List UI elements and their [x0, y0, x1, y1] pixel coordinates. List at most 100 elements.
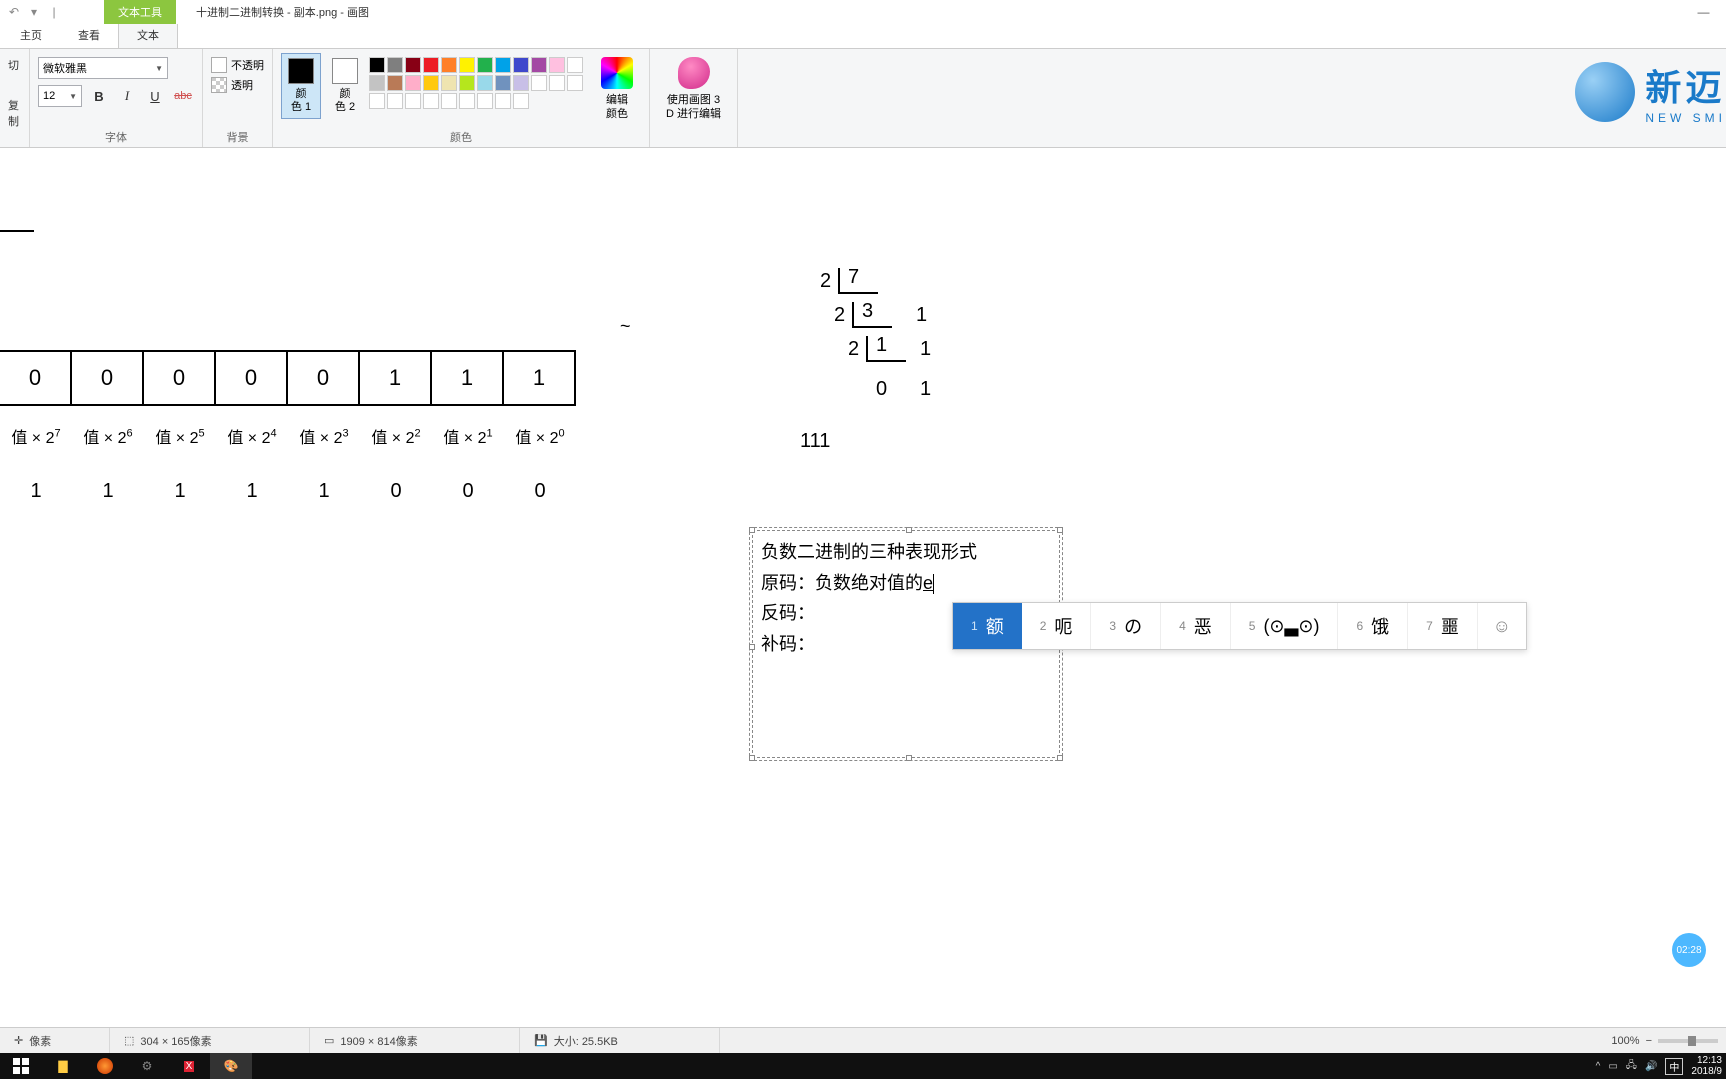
volume-icon[interactable]: 🔊 — [1645, 1061, 1657, 1072]
ime-candidate[interactable]: 2呃 — [1022, 603, 1092, 649]
rainbow-icon — [601, 57, 633, 89]
ime-candidate-bar[interactable]: 1额2呃3の4恶5(⊙▃⊙)6饿7噩☺ — [952, 602, 1527, 650]
colors-group-label: 颜色 — [281, 129, 641, 145]
ime-candidate[interactable]: 6饿 — [1338, 603, 1408, 649]
taskbar[interactable]: ▇ ⚙ X 🎨 ^ ▭ 🖧 🔊 中 12:13 2018/9 — [0, 1053, 1726, 1079]
battery-icon[interactable]: ▭ — [1608, 1061, 1617, 1072]
minimize-button[interactable]: — — [1681, 0, 1726, 24]
ime-candidate[interactable]: 7噩 — [1408, 603, 1478, 649]
palette-color[interactable] — [549, 75, 565, 91]
palette-color[interactable] — [369, 75, 385, 91]
palette-color[interactable] — [567, 57, 583, 73]
palette-color[interactable] — [495, 93, 511, 109]
xmind-icon[interactable]: X — [168, 1053, 210, 1079]
palette-color[interactable] — [441, 75, 457, 91]
palette-color[interactable] — [477, 57, 493, 73]
start-button[interactable] — [0, 1053, 42, 1079]
font-family-select[interactable]: 微软雅黑 ▼ — [38, 57, 168, 79]
value-cell: 0 — [432, 480, 504, 503]
zoom-slider[interactable] — [1658, 1039, 1718, 1043]
palette-color[interactable] — [423, 93, 439, 109]
palette-color[interactable] — [459, 57, 475, 73]
value-cell: 1 — [144, 480, 216, 503]
palette-color[interactable] — [441, 57, 457, 73]
copy-button[interactable]: 复制 — [8, 97, 21, 129]
palette-color[interactable] — [387, 93, 403, 109]
opaque-option[interactable]: 不透明 — [211, 57, 264, 73]
ime-emoji-button[interactable]: ☺ — [1478, 603, 1526, 649]
palette-color[interactable] — [531, 57, 547, 73]
result-text: 111 — [800, 430, 830, 453]
explorer-icon[interactable]: ▇ — [42, 1053, 84, 1079]
status-selection: 304 × 165像素 — [140, 1033, 211, 1049]
underline-button[interactable]: U — [144, 85, 166, 107]
italic-button[interactable]: I — [116, 85, 138, 107]
settings-icon[interactable]: ⚙ — [126, 1053, 168, 1079]
palette-color[interactable] — [387, 75, 403, 91]
selection-icon: ⬚ — [124, 1034, 134, 1047]
strikethrough-button[interactable]: abc — [172, 85, 194, 107]
palette-color[interactable] — [387, 57, 403, 73]
qat-dropdown-icon[interactable]: ▾ — [24, 2, 44, 22]
font-size-select[interactable]: 12 ▼ — [38, 85, 82, 107]
ime-candidate[interactable]: 5(⊙▃⊙) — [1231, 603, 1339, 649]
binary-cell: 0 — [72, 350, 144, 406]
palette-color[interactable] — [495, 75, 511, 91]
canvas-size-icon: ▭ — [324, 1034, 334, 1047]
bold-button[interactable]: B — [88, 85, 110, 107]
transparent-option[interactable]: 透明 — [211, 77, 253, 93]
palette-color[interactable] — [405, 57, 421, 73]
palette-color[interactable] — [405, 93, 421, 109]
qat-undo-icon[interactable]: ↶ — [4, 2, 24, 22]
tab-text[interactable]: 文本 — [118, 21, 178, 49]
ime-indicator[interactable]: 中 — [1665, 1058, 1683, 1075]
color2-button[interactable]: 颜 色 2 — [325, 53, 365, 119]
palette-color[interactable] — [459, 93, 475, 109]
status-filesize: 大小: 25.5KB — [554, 1033, 618, 1049]
ime-candidate[interactable]: 1额 — [953, 603, 1022, 649]
ime-candidate[interactable]: 4恶 — [1161, 603, 1231, 649]
palette-color[interactable] — [531, 75, 547, 91]
palette-color[interactable] — [477, 93, 493, 109]
color1-swatch — [288, 58, 314, 84]
palette-color[interactable] — [513, 93, 529, 109]
palette-color[interactable] — [441, 93, 457, 109]
palette-color[interactable] — [513, 57, 529, 73]
palette-color[interactable] — [423, 57, 439, 73]
taskbar-clock[interactable]: 12:13 2018/9 — [1691, 1055, 1722, 1077]
edit-colors-button[interactable]: 编辑 颜色 — [593, 53, 641, 126]
paint-taskbar-icon[interactable]: 🎨 — [210, 1053, 252, 1079]
palette-color[interactable] — [369, 93, 385, 109]
cut-button[interactable]: 切 — [8, 57, 19, 73]
palette-color[interactable] — [513, 75, 529, 91]
hr-mark — [0, 230, 34, 232]
canvas[interactable]: ~ 00000111 值 × 27值 × 26值 × 25值 × 24值 × 2… — [0, 150, 1726, 1027]
tab-view[interactable]: 查看 — [60, 22, 118, 48]
textbox-line2: 原码：负数绝对值的e — [761, 568, 1051, 599]
weight-label: 值 × 21 — [432, 418, 504, 448]
network-icon[interactable]: 🖧 — [1626, 1058, 1637, 1075]
palette-color[interactable] — [423, 75, 439, 91]
palette-color[interactable] — [477, 75, 493, 91]
palette-color[interactable] — [459, 75, 475, 91]
div-d2: 2 — [834, 304, 845, 327]
div-d1: 2 — [820, 270, 831, 293]
palette-color[interactable] — [549, 57, 565, 73]
palette-color[interactable] — [567, 75, 583, 91]
text-cursor — [933, 574, 934, 594]
paint3d-button[interactable]: 使用画图 3 D 进行编辑 — [658, 53, 729, 126]
palette-color[interactable] — [369, 57, 385, 73]
weight-label: 值 × 22 — [360, 418, 432, 448]
tab-home[interactable]: 主页 — [2, 22, 60, 48]
transparent-icon — [211, 77, 227, 93]
ime-candidate[interactable]: 3の — [1091, 603, 1161, 649]
palette-color[interactable] — [405, 75, 421, 91]
brand-sub: NEW SMI — [1645, 111, 1726, 125]
firefox-icon[interactable] — [84, 1053, 126, 1079]
color1-label: 颜 色 1 — [291, 88, 311, 114]
contextual-tab-text-tools[interactable]: 文本工具 — [104, 0, 176, 24]
zoom-out-button[interactable]: − — [1646, 1035, 1652, 1047]
palette-color[interactable] — [495, 57, 511, 73]
color1-button[interactable]: 颜 色 1 — [281, 53, 321, 119]
tray-chevron-icon[interactable]: ^ — [1596, 1061, 1601, 1072]
